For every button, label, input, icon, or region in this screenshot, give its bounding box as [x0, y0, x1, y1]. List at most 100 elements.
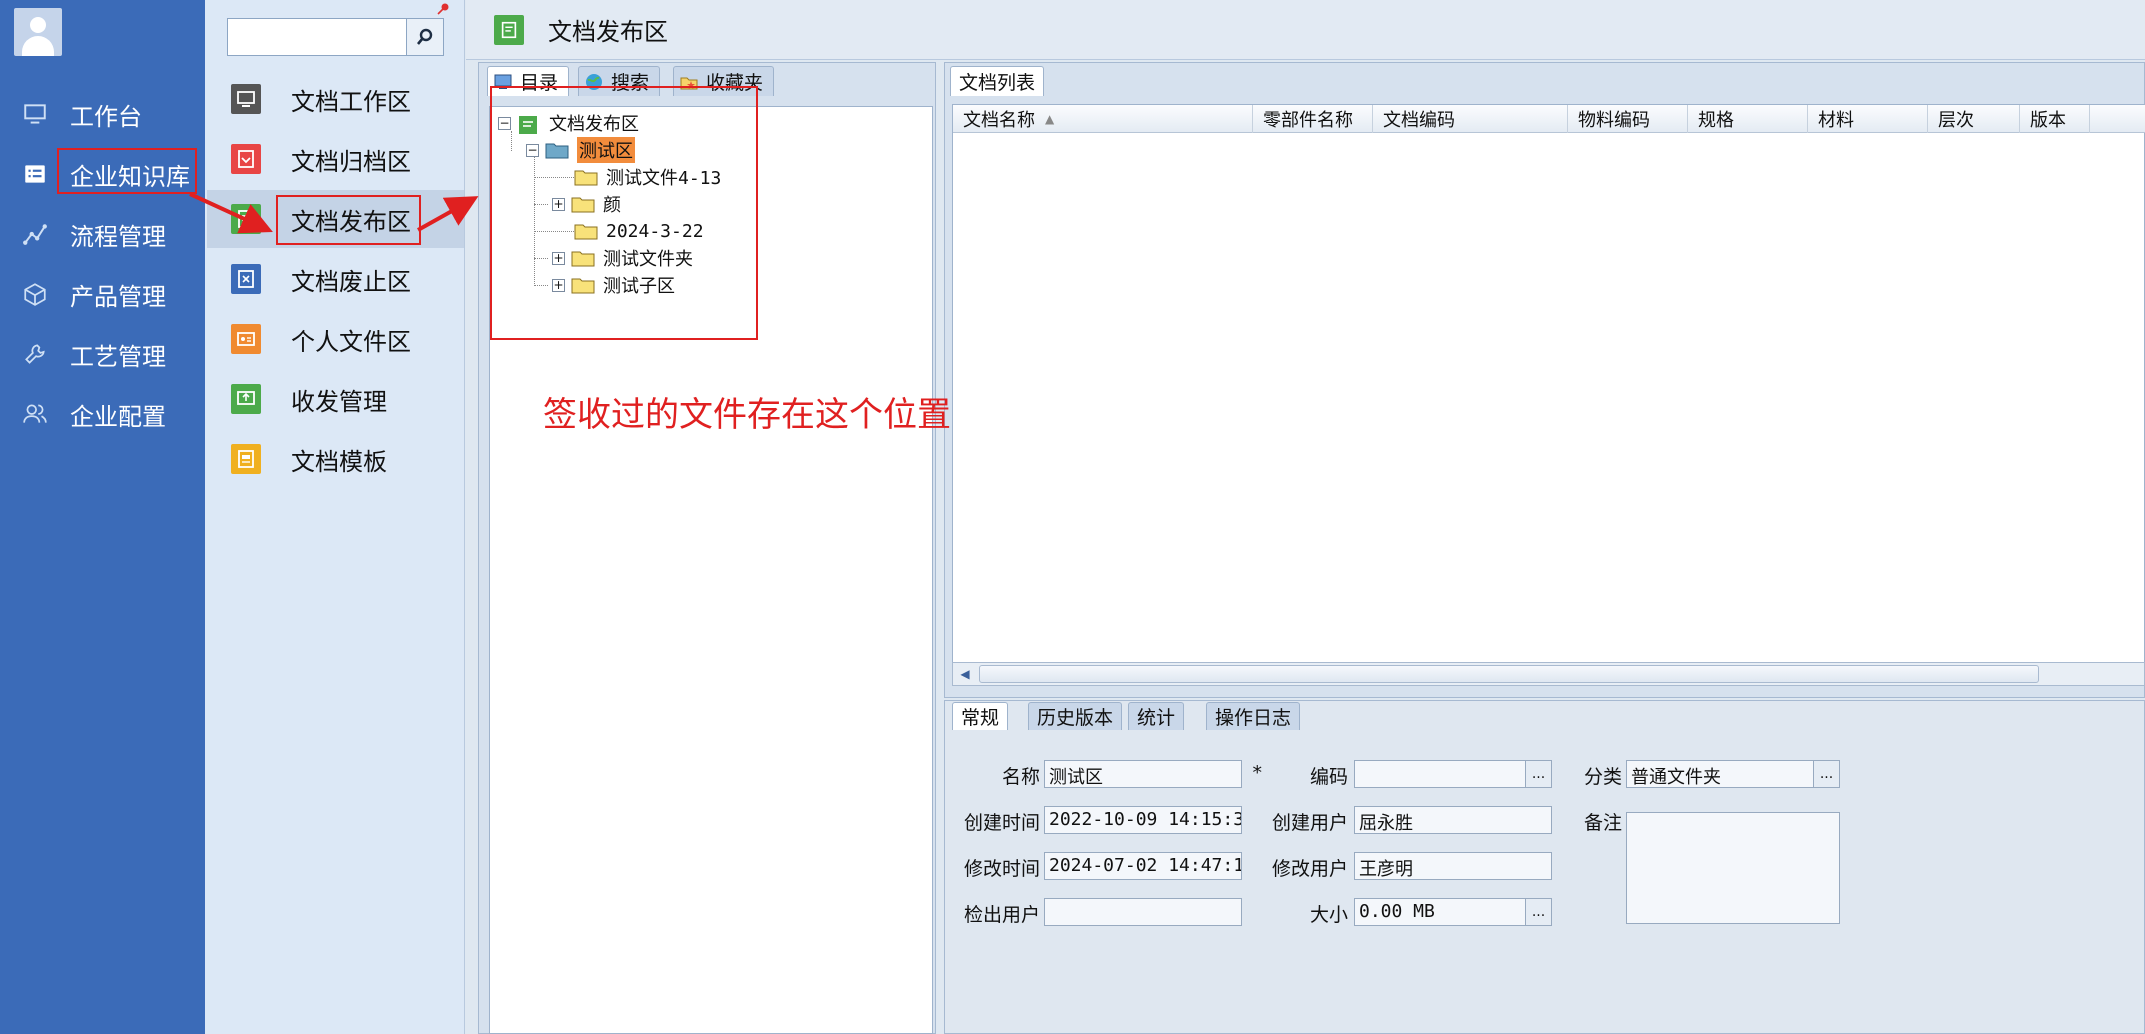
avatar[interactable] — [14, 8, 62, 56]
sub-item-personal-files[interactable]: 个人文件区 — [207, 310, 464, 368]
column-header[interactable]: 版本 — [2020, 105, 2090, 133]
category-label: 分类 — [1583, 766, 1622, 788]
revoke-icon — [231, 264, 261, 294]
column-header[interactable]: 规格 — [1688, 105, 1808, 133]
page-title: 文档发布区 — [548, 18, 668, 46]
column-header[interactable]: 层次 — [1928, 105, 2020, 133]
sub-item-label: 文档归档区 — [291, 147, 411, 176]
nav-label: 工作台 — [70, 102, 142, 131]
document-workspace-icon — [231, 84, 261, 114]
checkout-user-field[interactable] — [1044, 898, 1242, 926]
sub-item-label: 文档模板 — [291, 447, 387, 476]
created-user-label: 创建用户 — [1271, 812, 1348, 834]
tab-operation-log[interactable]: 操作日志 — [1206, 702, 1301, 730]
archive-icon — [231, 144, 261, 174]
scroll-left-icon[interactable]: ◀ — [953, 663, 977, 685]
sub-item-doc-revoke[interactable]: 文档废止区 — [207, 250, 464, 308]
size-field[interactable]: 0.00 MB — [1354, 898, 1552, 926]
column-label: 层次 — [1938, 110, 1974, 131]
nav-item-process[interactable]: 工艺管理 — [0, 324, 205, 384]
column-header[interactable]: 文档编码 — [1373, 105, 1568, 133]
column-label: 物料编码 — [1578, 110, 1650, 131]
required-mark: * — [1252, 762, 1263, 784]
grid-header: 文档名称 ▲ 零部件名称 文档编码 物料编码 规格 材料 层次 版本 — [953, 105, 2145, 133]
sub-item-label: 文档废止区 — [291, 267, 411, 296]
sub-item-doc-template[interactable]: 文档模板 — [207, 430, 464, 488]
highlight-box — [276, 195, 421, 245]
column-header[interactable]: 物料编码 — [1568, 105, 1688, 133]
column-label: 文档名称 — [963, 110, 1035, 131]
tab-general[interactable]: 常规 — [952, 702, 1009, 730]
code-field[interactable] — [1354, 760, 1552, 788]
category-browse-button[interactable]: ... — [1813, 761, 1839, 787]
name-field[interactable]: 测试区 — [1044, 760, 1242, 788]
checkout-user-label: 检出用户 — [963, 904, 1040, 926]
publish-icon — [494, 14, 524, 45]
template-icon — [231, 444, 261, 474]
sub-item-label: 文档工作区 — [291, 87, 411, 116]
monitor-icon — [22, 101, 48, 127]
code-label: 编码 — [1309, 766, 1348, 788]
tab-history[interactable]: 历史版本 — [1028, 702, 1123, 730]
pin-icon[interactable] — [436, 2, 450, 16]
column-header[interactable]: 零部件名称 — [1253, 105, 1373, 133]
nav-label: 产品管理 — [70, 282, 166, 311]
nav-label: 企业配置 — [70, 402, 166, 431]
nav-label: 工艺管理 — [70, 342, 166, 371]
sub-item-doc-archive[interactable]: 文档归档区 — [207, 130, 464, 188]
nav-item-workbench[interactable]: 工作台 — [0, 84, 205, 144]
search-input[interactable] — [227, 18, 407, 56]
created-time-field[interactable]: 2022-10-09 14:15:36 — [1044, 806, 1242, 834]
size-browse-button[interactable]: ... — [1525, 899, 1551, 925]
created-user-field[interactable]: 屈永胜 — [1354, 806, 1552, 834]
tab-statistics[interactable]: 统计 — [1128, 702, 1185, 730]
personal-file-icon — [231, 324, 261, 354]
horizontal-scrollbar[interactable]: ◀ — [952, 662, 2145, 686]
remark-field[interactable] — [1626, 812, 1840, 924]
code-browse-button[interactable]: ... — [1525, 761, 1551, 787]
column-label: 版本 — [2030, 110, 2066, 131]
workflow-icon — [22, 221, 48, 247]
modified-time-label: 修改时间 — [963, 858, 1040, 880]
category-field[interactable]: 普通文件夹 — [1626, 760, 1840, 788]
users-icon — [22, 401, 48, 427]
sub-item-label: 收发管理 — [291, 387, 387, 416]
size-label: 大小 — [1309, 904, 1348, 926]
list-icon — [22, 161, 48, 187]
search-icon — [416, 28, 433, 45]
sub-item-doc-workspace[interactable]: 文档工作区 — [207, 70, 464, 128]
page-header: 文档发布区 — [466, 0, 2145, 60]
remark-label: 备注 — [1583, 812, 1622, 834]
column-label: 规格 — [1698, 110, 1734, 131]
highlight-box — [57, 148, 197, 194]
sub-item-send-receive[interactable]: 收发管理 — [207, 370, 464, 428]
nav-label: 流程管理 — [70, 222, 166, 251]
annotation-note: 签收过的文件存在这个位置 — [543, 395, 951, 435]
nav-item-workflow[interactable]: 流程管理 — [0, 204, 205, 264]
tab-label: 常规 — [961, 707, 1000, 729]
column-header[interactable]: 文档名称 ▲ — [953, 105, 1253, 133]
send-receive-icon — [231, 384, 261, 414]
name-label: 名称 — [1001, 766, 1040, 788]
modified-user-field[interactable]: 王彦明 — [1354, 852, 1552, 880]
tab-label: 文档列表 — [959, 72, 1036, 94]
highlight-box — [490, 86, 758, 340]
search-button[interactable] — [407, 18, 444, 56]
nav-item-config[interactable]: 企业配置 — [0, 384, 205, 444]
sort-asc-icon: ▲ — [1045, 112, 1055, 126]
document-grid[interactable]: 文档名称 ▲ 零部件名称 文档编码 物料编码 规格 材料 层次 版本 — [952, 104, 2145, 664]
tab-label: 历史版本 — [1037, 707, 1114, 729]
created-time-label: 创建时间 — [963, 812, 1040, 834]
sub-item-label: 个人文件区 — [291, 327, 411, 356]
scroll-thumb[interactable] — [979, 665, 2039, 683]
column-header[interactable]: 材料 — [1808, 105, 1928, 133]
column-label: 文档编码 — [1383, 110, 1455, 131]
publish-icon — [231, 204, 261, 234]
column-label: 零部件名称 — [1263, 110, 1353, 131]
modified-time-field[interactable]: 2024-07-02 14:47:12 — [1044, 852, 1242, 880]
nav-item-product[interactable]: 产品管理 — [0, 264, 205, 324]
tab-label: 操作日志 — [1215, 707, 1292, 729]
cube-icon — [22, 281, 48, 307]
tab-document-list[interactable]: 文档列表 — [950, 66, 1045, 96]
wrench-icon — [22, 341, 48, 367]
